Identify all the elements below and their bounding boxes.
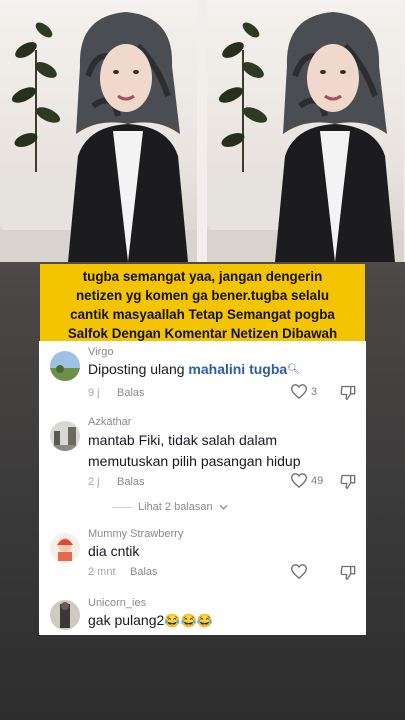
video-frame-left [0, 0, 197, 262]
comment-username[interactable]: Azkathar [88, 416, 131, 428]
comment-username[interactable]: Mummy Strawberry [88, 528, 183, 540]
like-button[interactable]: 3 [291, 384, 317, 399]
mention-link[interactable]: mahalini tugba [188, 361, 287, 377]
avatar[interactable] [50, 351, 80, 381]
avatar[interactable] [50, 533, 80, 563]
thumbs-down-icon[interactable] [340, 565, 356, 580]
thumbs-down-icon[interactable] [340, 474, 356, 489]
comment-body: gak pulang2 [88, 612, 165, 628]
reply-button[interactable]: Balas [117, 476, 145, 488]
caption-line: cantik masyaallah Tetap Semangat pogba [70, 307, 335, 322]
video-strip [0, 0, 405, 262]
avatar[interactable] [50, 421, 80, 451]
comment-time: 2 mnt [88, 566, 116, 578]
comment-time: 2 j [88, 476, 100, 488]
view-replies-label: Lihat 2 balasan [138, 501, 213, 513]
comment-text: mantab Fiki, tidak salah dalam memutuska… [88, 432, 301, 469]
comment-time: 9 j [88, 387, 100, 399]
like-count: 49 [311, 474, 324, 487]
like-button[interactable]: 49 [291, 473, 323, 488]
person-image [275, 12, 395, 262]
heart-icon [291, 384, 307, 399]
comment-username[interactable]: Unicorn_ies [88, 597, 146, 609]
caption-line: netizen yg komen ga bener.tugba selalu [76, 288, 329, 303]
heart-icon [291, 564, 307, 579]
laughing-emoji: 😂😂😂 [164, 613, 213, 628]
reply-button[interactable]: Balas [117, 387, 145, 399]
comment-username[interactable]: Virgo [88, 346, 113, 358]
comment-text: gak pulang2😂😂😂 [88, 610, 328, 631]
view-replies-button[interactable]: Lihat 2 balasan [112, 501, 228, 513]
caption-line: tugba semangat yaa, jangan dengerin [82, 269, 323, 284]
person-image [68, 12, 188, 262]
caption-banner: tugba semangat yaa, jangan dengerin neti… [40, 264, 365, 347]
search-icon[interactable]: 🔍︎ [287, 364, 300, 375]
comments-panel: Virgo Diposting ulang mahalini tugba🔍︎ 9… [39, 341, 366, 635]
like-button[interactable] [291, 564, 311, 579]
comment-text: dia cntik [88, 543, 140, 559]
like-count: 3 [311, 385, 318, 398]
reply-button[interactable]: Balas [130, 566, 158, 578]
divider [112, 506, 132, 508]
comment-text: Diposting ulang mahalini tugba🔍︎ [88, 359, 328, 380]
chevron-down-icon [219, 504, 228, 510]
comment-body: Diposting ulang [88, 361, 189, 377]
video-frame-right [207, 0, 404, 262]
thumbs-down-icon[interactable] [340, 385, 356, 400]
avatar[interactable] [50, 600, 80, 630]
heart-icon [291, 473, 307, 488]
